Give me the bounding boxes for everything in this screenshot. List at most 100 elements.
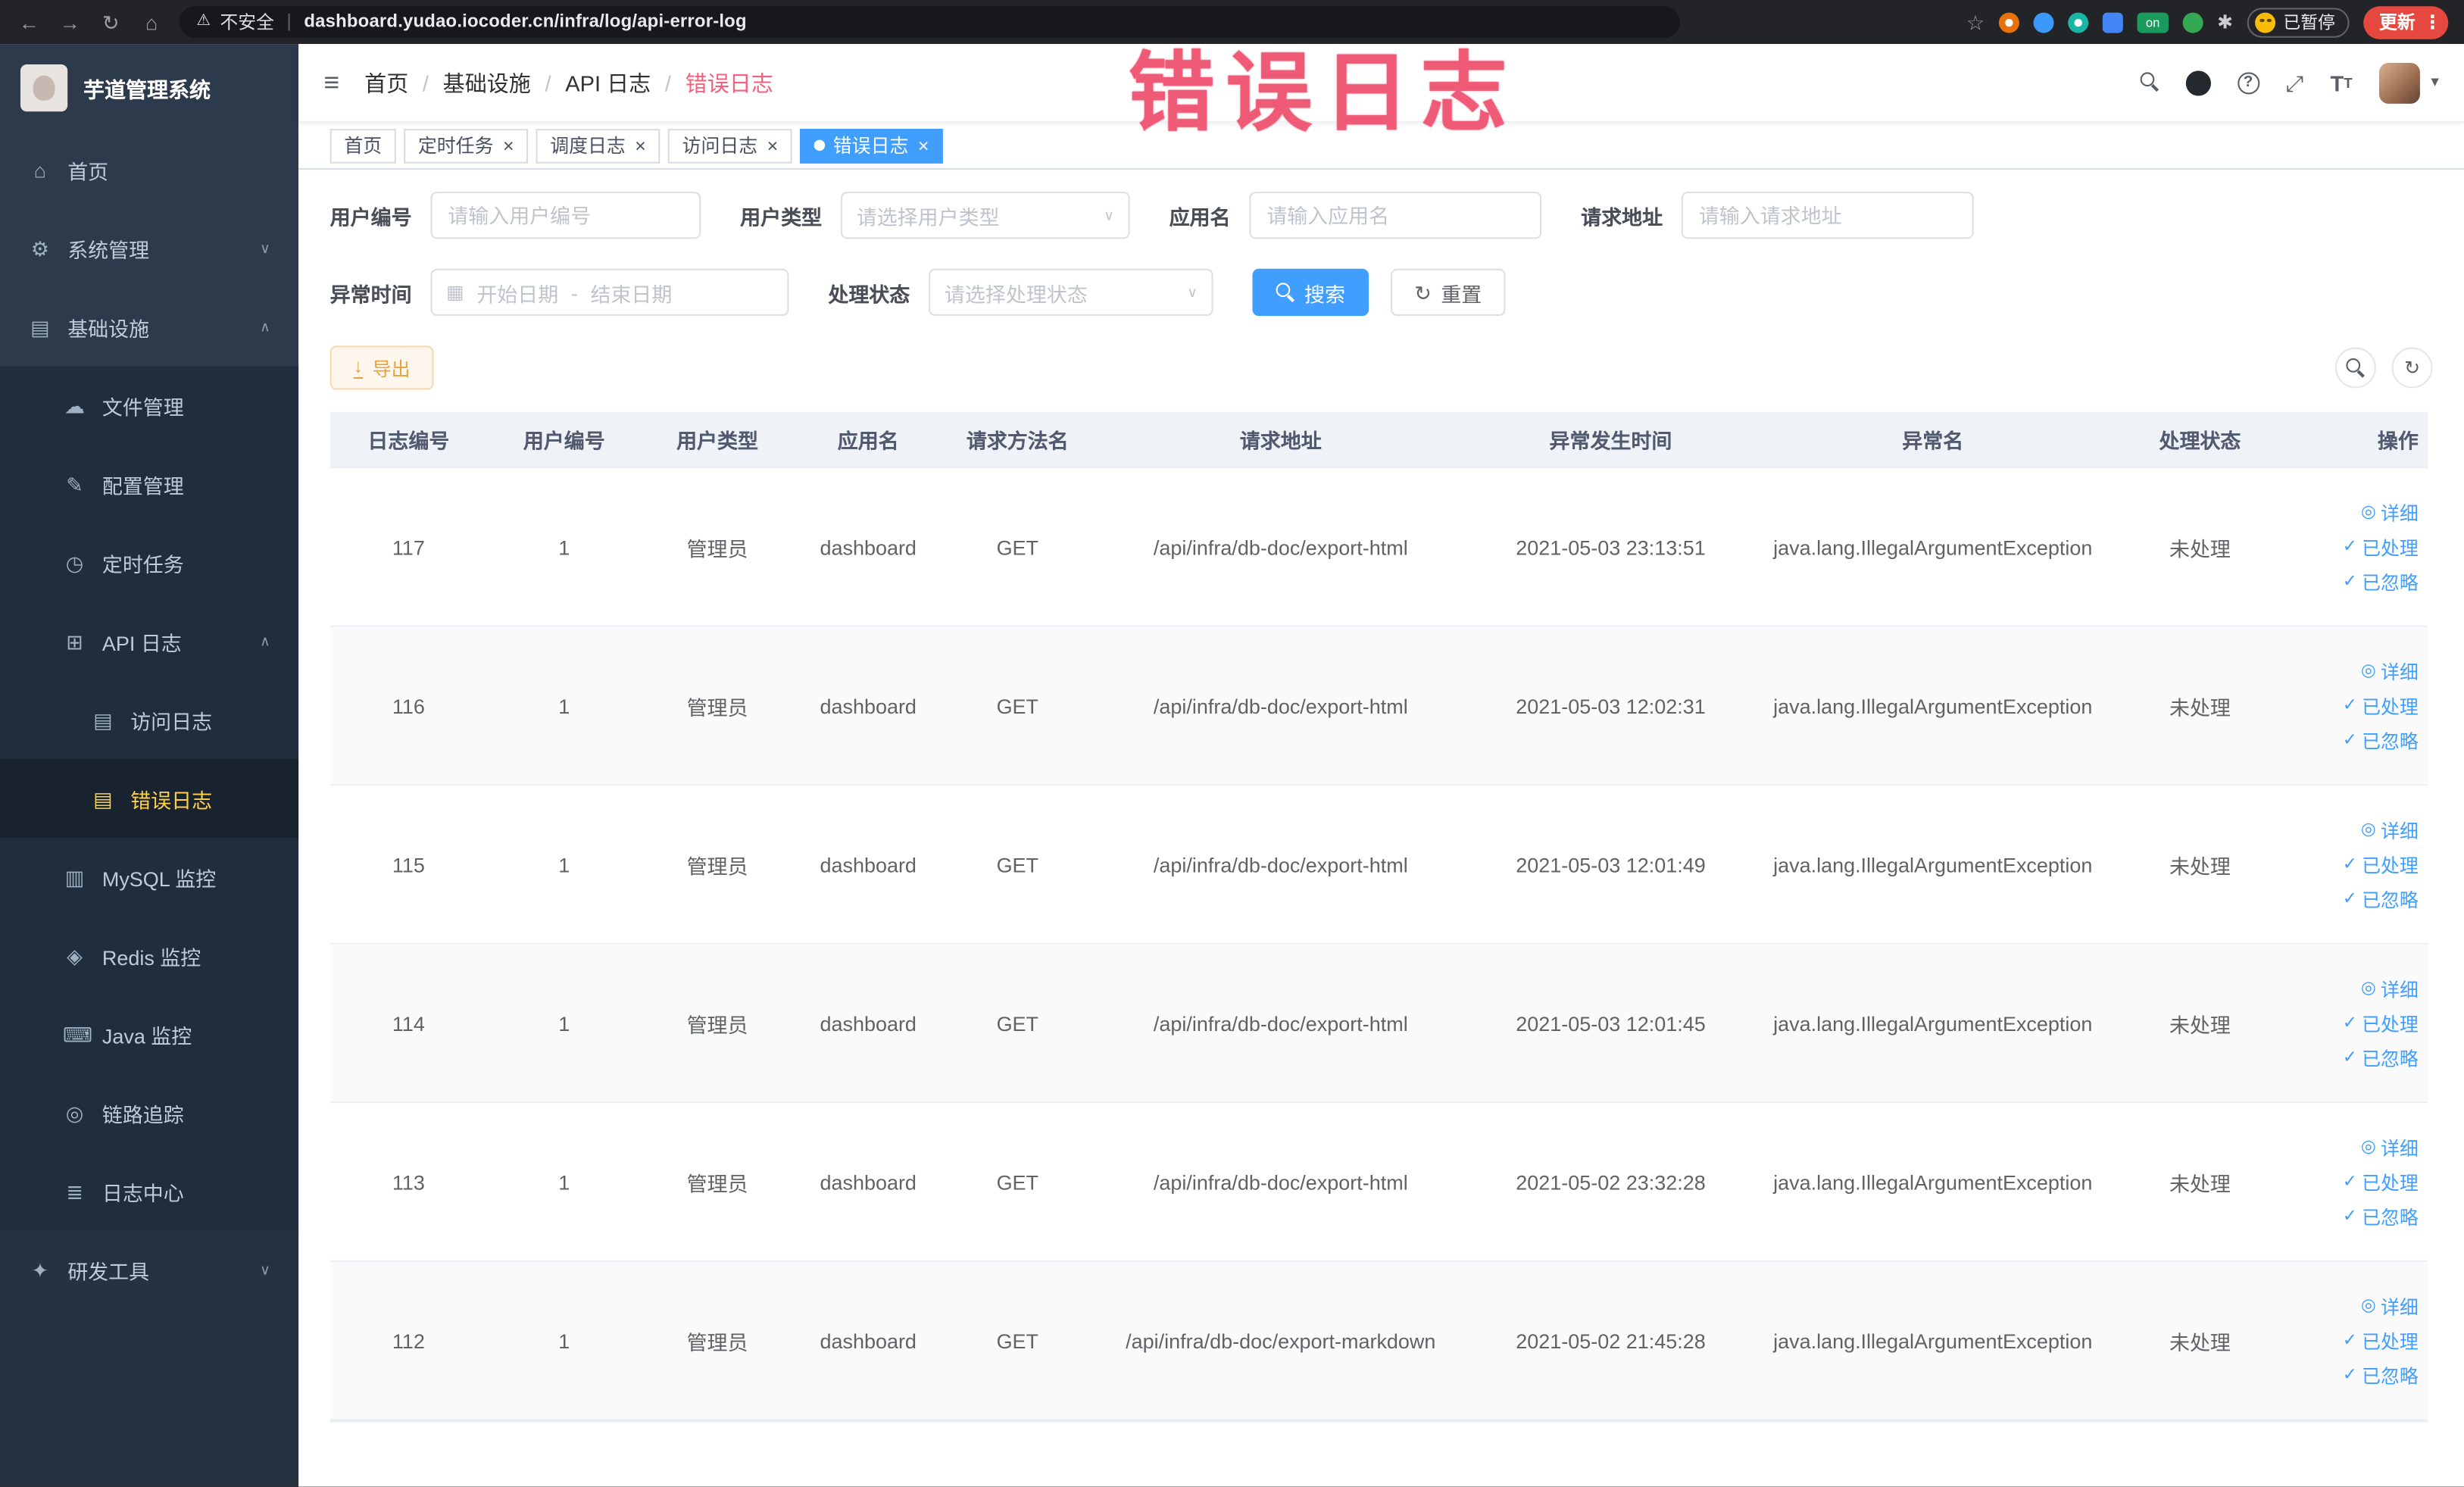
breadcrumb-api-log[interactable]: API 日志 bbox=[565, 67, 651, 98]
sidebar-item-api-log[interactable]: API 日志 bbox=[0, 602, 298, 681]
user-id-input[interactable] bbox=[430, 192, 701, 239]
close-icon[interactable]: × bbox=[635, 134, 646, 156]
browser-forward-icon[interactable] bbox=[57, 12, 83, 33]
cell-log-id: 116 bbox=[392, 693, 425, 718]
check-icon bbox=[2343, 890, 2357, 908]
sidebar-item-config-manage[interactable]: 配置管理 bbox=[0, 445, 298, 523]
help-icon[interactable] bbox=[2237, 71, 2259, 94]
fullscreen-icon[interactable] bbox=[2286, 71, 2303, 93]
extension-icon-1[interactable] bbox=[1998, 11, 2019, 33]
close-icon[interactable]: × bbox=[503, 134, 514, 156]
action-detail[interactable]: 详细 bbox=[2361, 817, 2419, 843]
sidebar-item-infra[interactable]: 基础设施 bbox=[0, 288, 298, 367]
sidebar-item-redis-monitor[interactable]: Redis 监控 bbox=[0, 917, 298, 995]
action-processed[interactable]: 已处理 bbox=[2343, 1010, 2419, 1036]
tab-schedule-log[interactable]: 调度日志 × bbox=[536, 128, 661, 163]
refresh-table-button[interactable] bbox=[2391, 347, 2433, 389]
request-url-input[interactable] bbox=[1681, 192, 1974, 239]
extensions-puzzle-icon[interactable] bbox=[2102, 11, 2123, 33]
extension-on-badge[interactable]: on bbox=[2137, 11, 2169, 33]
tab-error-log[interactable]: 错误日志 × bbox=[800, 128, 944, 163]
browser-reload-icon[interactable] bbox=[98, 12, 124, 33]
topbar-tools: TT bbox=[2140, 61, 2439, 103]
extension-icon-3[interactable] bbox=[2068, 11, 2089, 33]
action-detail[interactable]: 详细 bbox=[2361, 1134, 2419, 1161]
sidebar-item-system[interactable]: 系统管理 bbox=[0, 209, 298, 288]
action-processed[interactable]: 已处理 bbox=[2343, 1327, 2419, 1354]
date-range-picker[interactable]: 开始日期 - 结束日期 bbox=[430, 268, 789, 316]
search-icon[interactable] bbox=[2140, 72, 2159, 92]
font-size-icon[interactable]: TT bbox=[2330, 70, 2352, 95]
action-ignored[interactable]: 已忽略 bbox=[2343, 886, 2419, 912]
export-button[interactable]: 导出 bbox=[329, 345, 434, 390]
cell-user-type: 管理员 bbox=[686, 1171, 748, 1195]
cell-log-id: 114 bbox=[392, 1011, 425, 1036]
filter-app-name: 应用名 bbox=[1170, 192, 1542, 239]
sidebar-item-cron-jobs[interactable]: 定时任务 bbox=[0, 523, 298, 602]
process-status-select[interactable]: 请选择处理状态 bbox=[929, 268, 1213, 316]
tab-home[interactable]: 首页 bbox=[329, 128, 396, 163]
paused-badge[interactable]: 已暂停 bbox=[2247, 7, 2350, 37]
hamburger-icon[interactable] bbox=[323, 69, 339, 95]
action-ignored[interactable]: 已忽略 bbox=[2343, 1203, 2419, 1229]
action-ignored[interactable]: 已忽略 bbox=[2343, 727, 2419, 754]
action-ignored[interactable]: 已忽略 bbox=[2343, 1045, 2419, 1071]
browser-back-icon[interactable] bbox=[16, 12, 42, 33]
github-icon[interactable] bbox=[2185, 70, 2211, 95]
cell-app-name: dashboard bbox=[820, 852, 917, 876]
action-detail[interactable]: 详细 bbox=[2361, 1292, 2419, 1319]
eye-icon bbox=[2361, 1139, 2376, 1156]
filter-row-1: 用户编号 用户类型 请选择用户类型 应用名 bbox=[330, 192, 2433, 239]
action-detail[interactable]: 详细 bbox=[2361, 658, 2419, 684]
action-processed[interactable]: 已处理 bbox=[2343, 533, 2419, 560]
sidebar-item-file-manage[interactable]: 文件管理 bbox=[0, 366, 298, 445]
action-detail[interactable]: 详细 bbox=[2361, 975, 2419, 1001]
extension-paw-icon[interactable] bbox=[2217, 13, 2233, 32]
browser-home-icon[interactable] bbox=[139, 12, 165, 33]
sidebar-item-java-monitor[interactable]: Java 监控 bbox=[0, 995, 298, 1073]
action-detail[interactable]: 详细 bbox=[2361, 499, 2419, 526]
bookmark-star-icon[interactable] bbox=[1966, 12, 1985, 33]
search-icon bbox=[1276, 282, 1295, 302]
action-label: 已处理 bbox=[2362, 1330, 2419, 1353]
sidebar-item-log-center[interactable]: 日志中心 bbox=[0, 1152, 298, 1231]
cell-exception-time: 2021-05-03 12:02:31 bbox=[1516, 693, 1706, 718]
browser-update-button[interactable]: 更新 bbox=[2363, 5, 2449, 39]
close-icon[interactable]: × bbox=[767, 134, 779, 156]
extension-icon-4[interactable] bbox=[2182, 11, 2203, 33]
sidebar-item-home[interactable]: 首页 bbox=[0, 130, 298, 209]
app-name-input[interactable] bbox=[1249, 192, 1542, 239]
app-logo[interactable]: 芋道管理系统 bbox=[0, 44, 298, 130]
check-icon bbox=[2343, 1014, 2357, 1032]
avatar-caret-icon[interactable] bbox=[2431, 75, 2438, 91]
cell-method: GET bbox=[996, 1329, 1039, 1353]
tab-access-log[interactable]: 访问日志 × bbox=[667, 128, 792, 163]
sidebar-item-access-log[interactable]: 访问日志 bbox=[0, 680, 298, 759]
extension-icon-2[interactable] bbox=[2033, 11, 2054, 33]
devtools-icon bbox=[28, 1260, 52, 1280]
breadcrumb-infra[interactable]: 基础设施 bbox=[443, 67, 531, 98]
address-bar[interactable]: 不安全 | dashboard.yudao.iocoder.cn/infra/l… bbox=[179, 6, 1680, 38]
toggle-search-button[interactable] bbox=[2334, 347, 2376, 389]
user-type-select[interactable]: 请选择用户类型 bbox=[840, 192, 1130, 239]
breadcrumb-home[interactable]: 首页 bbox=[364, 67, 408, 98]
check-icon bbox=[2343, 697, 2357, 714]
reset-button[interactable]: 重置 bbox=[1391, 268, 1506, 316]
action-processed[interactable]: 已处理 bbox=[2343, 851, 2419, 877]
sidebar-item-link-trace[interactable]: 链路追踪 bbox=[0, 1073, 298, 1152]
user-avatar[interactable] bbox=[2378, 61, 2420, 103]
action-processed[interactable]: 已处理 bbox=[2343, 692, 2419, 719]
action-ignored[interactable]: 已忽略 bbox=[2343, 1362, 2419, 1389]
sidebar-item-devtools[interactable]: 研发工具 bbox=[0, 1230, 298, 1309]
sidebar-item-mysql-monitor[interactable]: MySQL 监控 bbox=[0, 838, 298, 917]
table-row: 112 1 管理员 dashboard GET /api/infra/db-do… bbox=[329, 1261, 2428, 1421]
action-label: 已处理 bbox=[2362, 854, 2419, 876]
action-processed[interactable]: 已处理 bbox=[2343, 1168, 2419, 1195]
close-icon[interactable]: × bbox=[918, 134, 929, 156]
action-ignored[interactable]: 已忽略 bbox=[2343, 568, 2419, 595]
tab-cron-jobs[interactable]: 定时任务 × bbox=[404, 128, 529, 163]
check-icon bbox=[2343, 1207, 2357, 1225]
search-button[interactable]: 搜索 bbox=[1252, 268, 1369, 316]
sidebar-item-error-log[interactable]: 错误日志 bbox=[0, 759, 299, 838]
action-label: 已忽略 bbox=[2362, 1206, 2419, 1229]
